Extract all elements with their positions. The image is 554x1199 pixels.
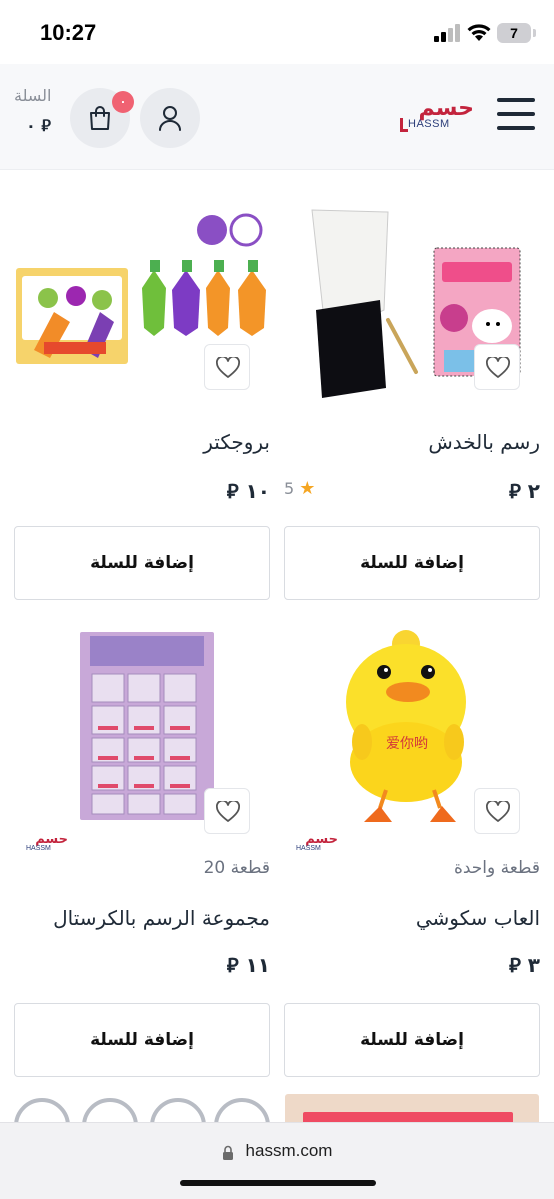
menu-button[interactable]	[497, 98, 535, 130]
add-to-cart-button[interactable]: إضافة للسلة	[14, 1003, 270, 1077]
menu-icon-line	[497, 112, 535, 116]
wishlist-button[interactable]	[474, 788, 520, 834]
user-icon	[159, 106, 181, 131]
menu-icon	[497, 98, 535, 102]
heart-icon	[216, 357, 240, 378]
product-title[interactable]: بروجكتر	[203, 430, 270, 454]
wishlist-button[interactable]	[204, 344, 250, 390]
product-price: ١٠ ⃁	[226, 479, 270, 503]
logo-mark	[400, 118, 408, 132]
site-logo[interactable]: حسم HASSM	[400, 96, 474, 136]
home-indicator[interactable]	[180, 1180, 376, 1186]
add-to-cart-button[interactable]: إضافة للسلة	[284, 526, 540, 600]
wifi-icon	[467, 24, 491, 41]
product-price: ٢ ⃁	[508, 479, 540, 503]
wishlist-button[interactable]	[474, 344, 520, 390]
product-title[interactable]: العاب سكوشي	[416, 906, 540, 930]
brand-logo-english: HASSM	[26, 845, 51, 852]
cart-count-badge: ٠	[112, 91, 134, 113]
cellular-signal-icon	[434, 24, 460, 42]
product-subtitle: قطعة واحدة	[453, 858, 540, 878]
heart-icon	[486, 801, 510, 822]
wishlist-button[interactable]	[204, 788, 250, 834]
battery-icon: 7	[497, 23, 531, 43]
rating-value: 5	[284, 479, 295, 498]
product-price: ١١ ⃁	[226, 953, 270, 977]
battery-level: 7	[510, 25, 518, 41]
product-title[interactable]: رسم بالخدش	[428, 430, 540, 454]
star-icon: ★	[299, 478, 316, 499]
browser-address-bar[interactable]: hassm.com	[0, 1122, 554, 1199]
svg-text:爱你哟: 爱你哟	[386, 736, 428, 752]
menu-icon-line	[497, 126, 535, 130]
url-text: hassm.com	[245, 1141, 333, 1160]
status-bar: 10:27 7	[0, 0, 554, 64]
product-price: ٣ ⃁	[508, 953, 540, 977]
logo-english: HASSM	[408, 118, 450, 130]
product-subtitle: 20 قطعة	[203, 858, 270, 878]
product-title[interactable]: مجموعة الرسم بالكرستال	[53, 906, 270, 930]
shopping-bag-icon	[90, 106, 110, 130]
brand-logo: حسم HASSM	[294, 832, 338, 854]
add-to-cart-button[interactable]: إضافة للسلة	[14, 526, 270, 600]
add-to-cart-button[interactable]: إضافة للسلة	[284, 1003, 540, 1077]
account-button[interactable]	[140, 88, 200, 148]
site-header: السلة ٠ ⃁ ٠ حسم HASSM	[0, 64, 554, 170]
heart-icon	[216, 801, 240, 822]
battery-tip	[533, 29, 536, 37]
brand-logo: حسم HASSM	[24, 832, 68, 854]
cart-label: السلة	[14, 86, 52, 105]
heart-icon	[486, 357, 510, 378]
product-rating: 5 ★	[284, 478, 315, 499]
brand-logo-english: HASSM	[296, 845, 321, 852]
status-time: 10:27	[40, 20, 97, 45]
cart-total: ٠ ⃁	[26, 116, 51, 135]
